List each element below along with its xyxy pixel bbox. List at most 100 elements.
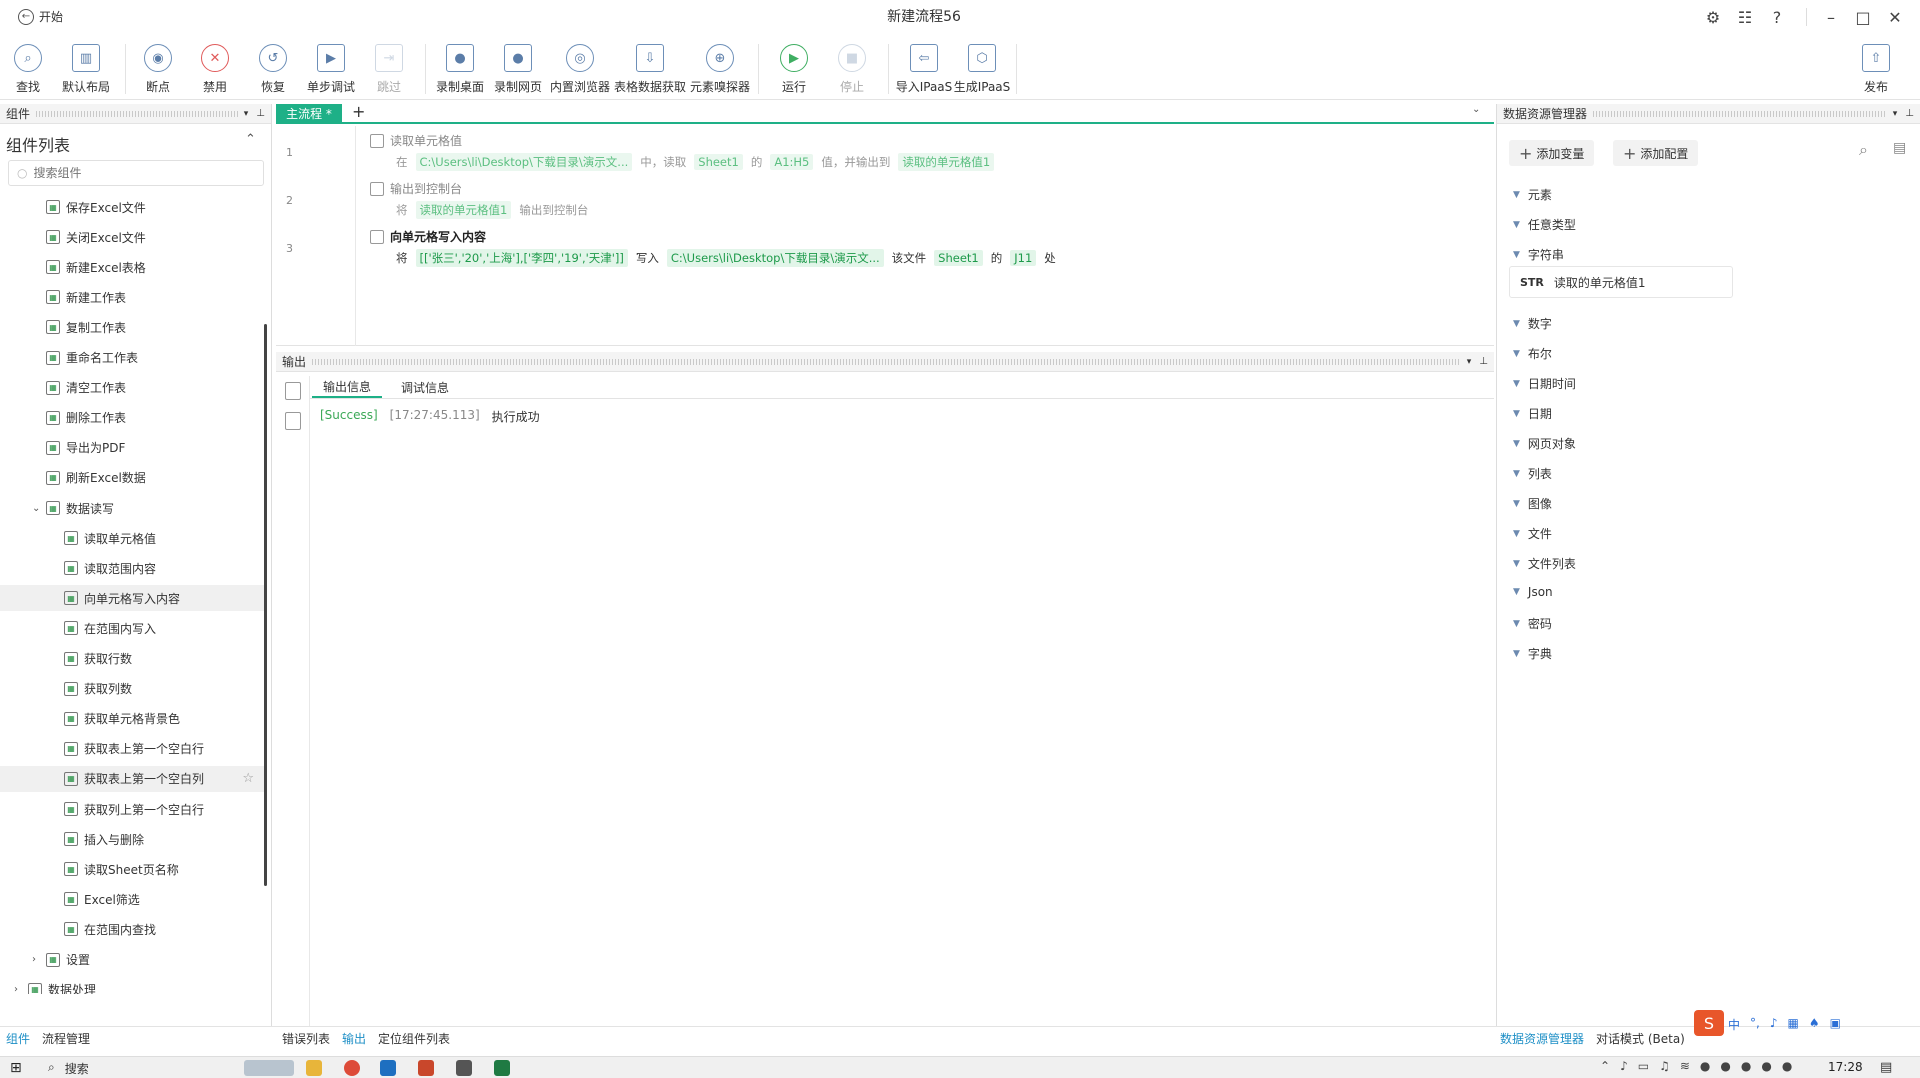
component-item[interactable]: ▦ 向单元格写入内容: [0, 585, 264, 612]
tab-error-list[interactable]: 错误列表: [282, 1030, 330, 1047]
ime-mic-icon[interactable]: ♪: [1770, 1016, 1778, 1033]
toolbar-layout-button[interactable]: ▥ 默认布局: [56, 44, 116, 95]
component-item[interactable]: ▦ 获取列上第一个空白行: [0, 796, 264, 822]
component-item[interactable]: ▦ 获取单元格背景色: [0, 706, 264, 732]
outlook-icon[interactable]: [380, 1060, 396, 1076]
minimize-icon[interactable]: –: [1820, 6, 1842, 28]
add-tab-button[interactable]: +: [352, 102, 365, 121]
variable-category[interactable]: ▼ 密码: [1513, 615, 1552, 632]
component-item[interactable]: ▦ 保存Excel文件: [0, 194, 264, 220]
variable-category[interactable]: ▼ 图像: [1513, 495, 1552, 512]
display-icon[interactable]: ▭: [1638, 1059, 1649, 1073]
step-param-chip[interactable]: A1:H5: [770, 154, 814, 170]
component-item[interactable]: › ▦ 设置: [0, 947, 264, 973]
settings-gear-icon[interactable]: ⚙: [1702, 6, 1724, 28]
variable-category[interactable]: ▼ 字典: [1513, 645, 1552, 662]
toolbar-step-debug-button[interactable]: ▶ 单步调试: [301, 44, 361, 95]
toolbar-restore-button[interactable]: ↺ 恢复: [243, 44, 303, 95]
variable-category[interactable]: ▼ 网页对象: [1513, 435, 1576, 452]
maximize-icon[interactable]: □: [1852, 6, 1874, 28]
toolbar-breakpoint-button[interactable]: ◉ 断点: [128, 44, 188, 95]
variable-category[interactable]: ▼ 数字: [1513, 315, 1552, 332]
component-item[interactable]: ▦ 获取表上第一个空白行: [0, 736, 264, 762]
component-item[interactable]: ▦ 在范围内写入: [0, 615, 264, 641]
step-param-chip[interactable]: Sheet1: [694, 154, 743, 170]
variable-category[interactable]: ▼ 列表: [1513, 465, 1552, 482]
tabs-dropdown-icon[interactable]: ⌄: [1472, 104, 1480, 115]
export-log-icon[interactable]: [285, 382, 301, 400]
tray-app-icon[interactable]: ●: [1700, 1059, 1710, 1073]
panel-dropdown-icon[interactable]: ▾: [1467, 357, 1472, 367]
file-explorer-icon[interactable]: [306, 1060, 322, 1076]
tray-app-icon[interactable]: ●: [1782, 1059, 1792, 1073]
ime-chinese-icon[interactable]: 中: [1728, 1016, 1740, 1033]
component-item[interactable]: ▦ 删除工作表: [0, 405, 264, 431]
toolbar-disable-button[interactable]: ✕ 禁用: [185, 44, 245, 95]
tab-components[interactable]: 组件: [6, 1030, 30, 1047]
chevron-right-icon[interactable]: ›: [32, 954, 46, 965]
tab-data-resource[interactable]: 数据资源管理器: [1500, 1030, 1584, 1047]
toolbar-run-button[interactable]: ▶ 运行: [764, 44, 824, 95]
tab-output[interactable]: 输出: [342, 1030, 366, 1047]
toolbar-stop-button[interactable]: ■ 停止: [822, 44, 882, 95]
step-param-chip[interactable]: 读取的单元格值1: [898, 153, 995, 171]
step-param-chip[interactable]: C:\Users\li\Desktop\下载目录\演示文...: [415, 153, 633, 171]
toolbar-search-button[interactable]: ⌕ 查找: [0, 44, 58, 95]
component-search-box[interactable]: ○: [8, 160, 264, 186]
component-item[interactable]: ▦ 获取列数: [0, 676, 264, 702]
drag-handle[interactable]: [36, 110, 238, 117]
component-item[interactable]: ▦ Excel筛选: [0, 886, 264, 912]
component-item[interactable]: ▦ 读取Sheet页名称: [0, 856, 264, 882]
component-item[interactable]: ▦ 导出为PDF: [0, 435, 264, 461]
help-icon[interactable]: ?: [1766, 6, 1788, 28]
tray-app-icon[interactable]: ●: [1761, 1059, 1771, 1073]
tab-flow-management[interactable]: 流程管理: [42, 1030, 90, 1047]
variable-category[interactable]: ▼ 字符串: [1513, 246, 1564, 263]
step-param-chip[interactable]: C:\Users\li\Desktop\下载目录\演示文...: [666, 249, 884, 267]
panel-dropdown-icon[interactable]: ▾: [244, 109, 249, 119]
variable-category[interactable]: ▼ 布尔: [1513, 345, 1552, 362]
pin-icon[interactable]: ⊥: [256, 108, 265, 119]
step-param-chip[interactable]: 读取的单元格值1: [415, 201, 512, 219]
volume-icon[interactable]: ♫: [1659, 1059, 1670, 1073]
ime-keyboard-icon[interactable]: ▦: [1788, 1016, 1799, 1033]
component-item[interactable]: ▦ 获取行数: [0, 646, 264, 672]
step-param-chip[interactable]: J11: [1010, 250, 1037, 266]
toolbar-skip-button[interactable]: ⇥ 跳过: [359, 44, 419, 95]
component-item[interactable]: ▦ 获取表上第一个空白列 ☆: [0, 765, 264, 792]
toolbar-browser-button[interactable]: ◎ 内置浏览器: [550, 44, 610, 95]
component-item[interactable]: ▦ 关闭Excel文件: [0, 224, 264, 250]
tray-app-icon[interactable]: ●: [1720, 1059, 1730, 1073]
windows-start-icon[interactable]: ⊞: [10, 1060, 22, 1076]
taskbar-search[interactable]: ⌕ 搜索: [48, 1060, 89, 1077]
ime-skin-icon[interactable]: ♠: [1809, 1016, 1820, 1033]
variable-card[interactable]: STR 读取的单元格值1: [1509, 266, 1733, 298]
component-tree-scrollbar[interactable]: [264, 324, 267, 886]
flow-step[interactable]: 输出到控制台将读取的单元格值1 输出到控制台: [370, 180, 588, 219]
notification-icon[interactable]: ▤: [1880, 1060, 1892, 1075]
chevron-right-icon[interactable]: ›: [14, 984, 28, 994]
component-item[interactable]: ▦ 新建Excel表格: [0, 254, 264, 280]
toolbar-generate-ipaas-button[interactable]: ⬡ 生成IPaaS: [952, 44, 1012, 95]
step-param-chip[interactable]: [['张三','20','上海'],['李四','19','天津']]: [415, 249, 628, 267]
tab-dialog-mode[interactable]: 对话模式 (Beta): [1596, 1030, 1685, 1047]
toolbar-publish-button[interactable]: ⇧ 发布: [1846, 44, 1906, 95]
trash-icon[interactable]: [285, 412, 301, 430]
toolbar-import-ipaas-button[interactable]: ⇦ 导入IPaaS: [894, 44, 954, 95]
component-item[interactable]: ⌄ ▦ 数据读写: [0, 495, 264, 521]
component-item[interactable]: ▦ 读取范围内容: [0, 555, 264, 581]
component-item[interactable]: ▦ 新建工作表: [0, 284, 264, 310]
ime-logo-icon[interactable]: S: [1694, 1010, 1724, 1036]
component-item[interactable]: ▦ 复制工作表: [0, 314, 264, 340]
tab-locate-components[interactable]: 定位组件列表: [378, 1030, 450, 1047]
variable-category[interactable]: ▼ 元素: [1513, 186, 1552, 203]
close-icon[interactable]: ✕: [1884, 6, 1906, 28]
drag-handle[interactable]: [312, 358, 1461, 365]
component-item[interactable]: ▦ 在范围内查找: [0, 916, 264, 942]
taskbar-app-thumbnail[interactable]: [244, 1060, 294, 1076]
ime-grid-icon[interactable]: ▣: [1830, 1016, 1841, 1033]
collapse-up-icon[interactable]: ⌃: [245, 132, 256, 147]
component-item[interactable]: ▦ 插入与删除: [0, 826, 264, 852]
variable-category[interactable]: ▼ 文件: [1513, 525, 1552, 542]
tray-app-icon[interactable]: ●: [1741, 1059, 1751, 1073]
